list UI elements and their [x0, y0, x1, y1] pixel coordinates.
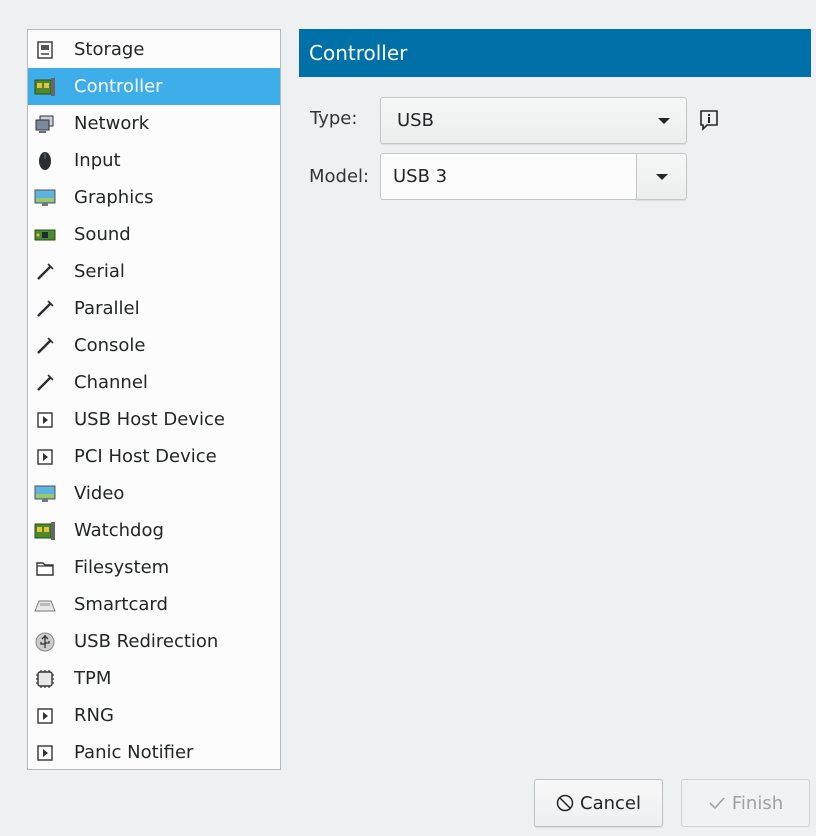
sidebar-item-filesystem[interactable]: Filesystem [28, 549, 280, 586]
sidebar-item-video[interactable]: Video [28, 475, 280, 512]
controller-icon [34, 520, 56, 542]
sidebar-item-console[interactable]: Console [28, 327, 280, 364]
cable-icon [34, 335, 56, 357]
type-value: USB [397, 110, 434, 131]
model-field[interactable]: USB 3 [380, 153, 637, 200]
sidebar-item-storage[interactable]: Storage [28, 31, 280, 68]
sidebar-item-sound[interactable]: Sound [28, 216, 280, 253]
sidebar-item-controller[interactable]: Controller [28, 68, 280, 105]
sidebar-item-watchdog[interactable]: Watchdog [28, 512, 280, 549]
device-icon [34, 742, 56, 764]
finish-label: Finish [731, 792, 784, 814]
mouse-icon [34, 150, 56, 172]
cancel-button[interactable]: Cancel [534, 779, 663, 827]
chip-icon [34, 668, 56, 690]
sidebar-item-label: RNG [74, 705, 114, 726]
sidebar-item-label: Storage [74, 39, 145, 60]
sidebar-item-label: Parallel [74, 298, 140, 319]
sidebar-item-label: Channel [74, 372, 148, 393]
sidebar-item-label: Serial [74, 261, 125, 282]
sidebar-item-label: PCI Host Device [74, 446, 217, 467]
finish-button[interactable]: Finish [681, 779, 810, 827]
sidebar-item-smartcard[interactable]: Smartcard [28, 586, 280, 623]
info-icon [699, 109, 719, 136]
cable-icon [34, 372, 56, 394]
sidebar-item-usb-redirection[interactable]: USB Redirection [28, 623, 280, 660]
sidebar-item-tpm[interactable]: TPM [28, 660, 280, 697]
storage-icon [34, 39, 56, 61]
type-dropdown[interactable]: USB [380, 97, 687, 144]
sidebar-item-input[interactable]: Input [28, 142, 280, 179]
model-dropdown-button[interactable] [636, 153, 687, 200]
sidebar-item-label: Panic Notifier [74, 742, 194, 763]
model-label: Model: [309, 166, 370, 187]
sidebar-item-channel[interactable]: Channel [28, 364, 280, 401]
page-title: Controller [309, 41, 408, 65]
cable-icon [34, 261, 56, 283]
sidebar-item-usb-host-device[interactable]: USB Host Device [28, 401, 280, 438]
sidebar-item-label: Graphics [74, 187, 154, 208]
sidebar-item-label: Console [74, 335, 146, 356]
controller-icon [34, 76, 56, 98]
sidebar-item-serial[interactable]: Serial [28, 253, 280, 290]
device-icon [34, 446, 56, 468]
sidebar-item-label: Sound [74, 224, 131, 245]
sidebar-item-label: Video [74, 483, 125, 504]
sidebar-item-label: Filesystem [74, 557, 170, 578]
sidebar-item-label: TPM [74, 668, 112, 689]
sidebar-item-label: Watchdog [74, 520, 164, 541]
device-type-list[interactable]: Storage Controller Network Input Graphics Sou… [27, 29, 281, 770]
sidebar-item-rng[interactable]: RNG [28, 697, 280, 734]
type-label: Type: [310, 108, 358, 129]
sidebar-item-pci-host-device[interactable]: PCI Host Device [28, 438, 280, 475]
usb-icon [34, 631, 56, 653]
sidebar-item-panic-notifier[interactable]: Panic Notifier [28, 734, 280, 771]
chevron-down-icon [658, 117, 670, 124]
sidebar-item-label: Smartcard [74, 594, 168, 615]
sidebar-item-label: Network [74, 113, 150, 134]
cable-icon [34, 298, 56, 320]
model-value: USB 3 [393, 166, 448, 187]
monitor-icon [34, 187, 56, 209]
page-title-bar: Controller [299, 29, 811, 77]
device-icon [34, 705, 56, 727]
checkmark-icon [708, 795, 726, 811]
sidebar-item-parallel[interactable]: Parallel [28, 290, 280, 327]
cancel-label: Cancel [580, 792, 641, 814]
sidebar-item-label: Input [74, 150, 121, 171]
monitor-icon [34, 483, 56, 505]
sidebar-item-label: USB Redirection [74, 631, 219, 652]
sidebar-item-label: Controller [74, 76, 163, 97]
folder-icon [34, 557, 56, 579]
device-icon [34, 409, 56, 431]
network-icon [34, 113, 56, 135]
chevron-down-icon [655, 173, 668, 180]
smartcard-icon [34, 594, 56, 616]
sidebar-item-network[interactable]: Network [28, 105, 280, 142]
sound-card-icon [34, 224, 56, 246]
sidebar-item-label: USB Host Device [74, 409, 225, 430]
cancel-icon [556, 794, 574, 812]
sidebar-item-graphics[interactable]: Graphics [28, 179, 280, 216]
